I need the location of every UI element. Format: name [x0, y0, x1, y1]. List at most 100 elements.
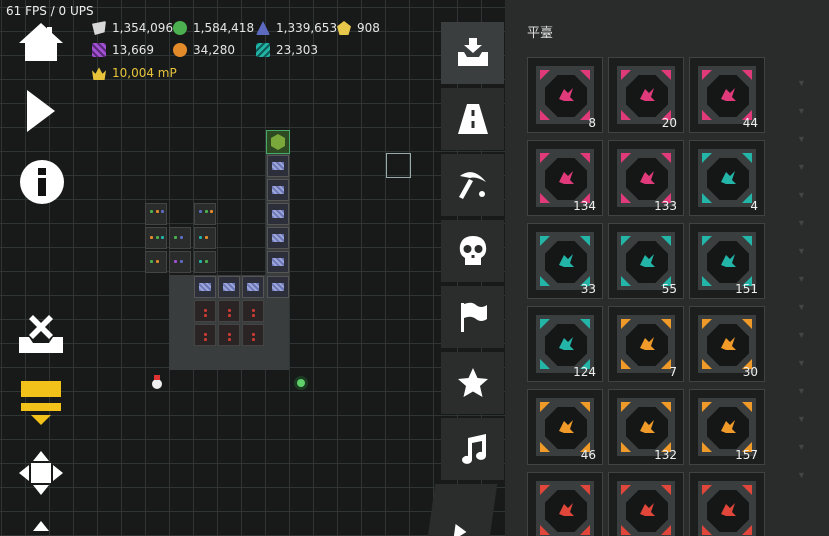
- tray-remove-icon: [19, 315, 63, 353]
- inventory-slot[interactable]: 132: [608, 389, 684, 465]
- inventory-slot[interactable]: 33: [527, 223, 603, 299]
- building-tile[interactable]: [169, 227, 191, 249]
- tab-inventory[interactable]: [441, 22, 504, 84]
- panel-toggle-button[interactable]: [426, 484, 498, 536]
- building-tile[interactable]: [194, 227, 216, 249]
- building-tile[interactable]: [145, 251, 167, 273]
- ore-gold-icon: [337, 21, 351, 35]
- inventory-slot[interactable]: 134: [527, 140, 603, 216]
- move-button[interactable]: [16, 448, 66, 498]
- inventory-slot[interactable]: 7: [608, 306, 684, 382]
- inventory-slot[interactable]: [527, 472, 603, 536]
- resource-counter: 34,280: [173, 43, 235, 57]
- tab-favorites[interactable]: [441, 352, 504, 414]
- resource-counter: 10,004 mP: [92, 66, 177, 80]
- inventory-slot[interactable]: 55: [608, 223, 684, 299]
- tab-flags[interactable]: [441, 286, 504, 348]
- slot-count: 46: [580, 448, 596, 462]
- tab-enemies[interactable]: [441, 220, 504, 282]
- inventory-panel: 平臺 8 20 44 134 133 4 33 55 151 124 7 30 46 132 157 ▼ ▼ ▼…: [505, 0, 829, 536]
- road-icon: [457, 104, 488, 134]
- inventory-slot[interactable]: 4: [689, 140, 765, 216]
- forge-tile[interactable]: [218, 300, 240, 322]
- info-icon: [20, 160, 64, 204]
- conveyor-tile[interactable]: [267, 155, 289, 177]
- ally-unit[interactable]: [294, 376, 308, 390]
- slot-count: 33: [580, 282, 596, 296]
- play-button[interactable]: [20, 86, 60, 136]
- tab-roads[interactable]: [441, 88, 504, 150]
- move-arrows-icon: [19, 451, 63, 495]
- slot-count: 30: [742, 365, 758, 379]
- resource-counter: 1,354,096: [92, 21, 173, 35]
- rune-pink-icon: [640, 171, 655, 184]
- ore-blue-icon: [256, 21, 270, 35]
- forge-tile[interactable]: [194, 324, 216, 346]
- rune-orange-icon: [721, 420, 736, 433]
- rune-teal-icon: [640, 254, 655, 267]
- slot-count: 7: [669, 365, 677, 379]
- slot-count: 8: [588, 116, 596, 130]
- home-button[interactable]: [16, 20, 66, 64]
- slot-count: 132: [654, 448, 677, 462]
- forge-tile[interactable]: [194, 300, 216, 322]
- conveyor-tile[interactable]: [267, 251, 289, 273]
- rune-teal-icon: [559, 337, 574, 350]
- hex-tile[interactable]: [266, 130, 290, 154]
- slot-count: 20: [661, 116, 677, 130]
- rune-pink-icon: [559, 88, 574, 101]
- building-tile[interactable]: [169, 251, 191, 273]
- conveyor-tile[interactable]: [267, 276, 289, 298]
- slot-count: 157: [735, 448, 758, 462]
- forge-tile[interactable]: [242, 300, 264, 322]
- conveyor-tile[interactable]: [267, 227, 289, 249]
- fist-red-icon: [721, 503, 736, 516]
- inventory-slot[interactable]: [689, 472, 765, 536]
- forge-tile[interactable]: [242, 324, 264, 346]
- inventory-slot[interactable]: 8: [527, 57, 603, 133]
- tab-mining[interactable]: [441, 154, 504, 216]
- ore-white-icon: [92, 21, 106, 35]
- inventory-button[interactable]: [18, 378, 64, 428]
- inventory-slot[interactable]: 20: [608, 57, 684, 133]
- fist-red-icon: [559, 503, 574, 516]
- slot-count: 133: [654, 199, 677, 213]
- slot-count: 124: [573, 365, 596, 379]
- inventory-slot[interactable]: 157: [689, 389, 765, 465]
- forge-tile[interactable]: [218, 324, 240, 346]
- conveyor-tile[interactable]: [218, 276, 240, 298]
- rune-pink-icon: [721, 88, 736, 101]
- info-button[interactable]: [18, 158, 66, 206]
- building-tile[interactable]: [194, 203, 216, 225]
- music-note-icon: [461, 434, 486, 464]
- star-icon: [457, 368, 488, 397]
- rune-pink-icon: [640, 88, 655, 101]
- building-tile[interactable]: [194, 251, 216, 273]
- inventory-slot[interactable]: 151: [689, 223, 765, 299]
- conveyor-tile[interactable]: [242, 276, 264, 298]
- conveyor-tile[interactable]: [267, 203, 289, 225]
- building-tile[interactable]: [145, 203, 167, 225]
- enemy-unit[interactable]: [150, 375, 164, 391]
- ore-orange-icon: [173, 43, 187, 57]
- inventory-slot[interactable]: 44: [689, 57, 765, 133]
- clear-stash-button[interactable]: [16, 310, 66, 356]
- inventory-slot[interactable]: 133: [608, 140, 684, 216]
- inventory-slot[interactable]: 124: [527, 306, 603, 382]
- rune-orange-icon: [640, 420, 655, 433]
- conveyor-tile[interactable]: [267, 179, 289, 201]
- conveyor-tile[interactable]: [194, 276, 216, 298]
- fist-red-icon: [640, 503, 655, 516]
- crown-icon: [92, 67, 106, 80]
- inventory-slot[interactable]: [608, 472, 684, 536]
- scroll-up-button[interactable]: [30, 518, 52, 536]
- fps-counter: 61 FPS / 0 UPS: [6, 4, 94, 18]
- tab-music[interactable]: [441, 418, 504, 480]
- building-tile[interactable]: [145, 227, 167, 249]
- rune-orange-icon: [559, 420, 574, 433]
- slot-count: 55: [661, 282, 677, 296]
- category-tabs: [426, 22, 504, 536]
- inventory-slot[interactable]: 30: [689, 306, 765, 382]
- game-map[interactable]: 61 FPS / 0 UPS 1,354,096 1,584,418 1,339…: [0, 0, 505, 536]
- inventory-slot[interactable]: 46: [527, 389, 603, 465]
